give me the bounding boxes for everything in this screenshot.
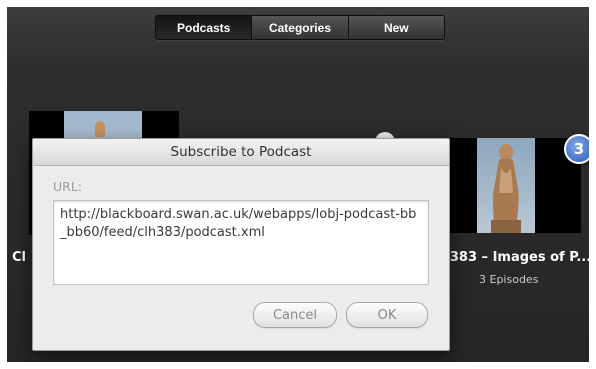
cancel-button[interactable]: Cancel — [253, 302, 337, 328]
url-label: URL: — [53, 179, 83, 194]
statue-image — [95, 121, 105, 137]
episode-count-label: 3 Episodes — [479, 273, 539, 286]
tab-categories[interactable]: Categories — [251, 16, 348, 39]
podcast-title-right[interactable]: H383 – Images of P... — [439, 250, 589, 265]
tab-podcasts[interactable]: Podcasts — [156, 16, 252, 39]
podcast-artwork-right[interactable] — [435, 138, 581, 233]
view-segmented-control: Podcasts Categories New — [155, 15, 445, 40]
statue-image — [491, 144, 521, 233]
tab-new[interactable]: New — [347, 16, 444, 39]
url-input[interactable]: http://blackboard.swan.ac.uk/webapps/lob… — [53, 200, 429, 285]
subscribe-dialog: Subscribe to Podcast URL: http://blackbo… — [32, 138, 450, 351]
episode-count-badge: 3 — [564, 134, 589, 164]
dialog-title: Subscribe to Podcast — [33, 139, 449, 166]
podcast-window: Podcasts Categories New Cl 3 H383 – Imag… — [7, 7, 589, 362]
podcast-title-left: Cl — [12, 250, 26, 265]
ok-button[interactable]: OK — [346, 302, 428, 328]
